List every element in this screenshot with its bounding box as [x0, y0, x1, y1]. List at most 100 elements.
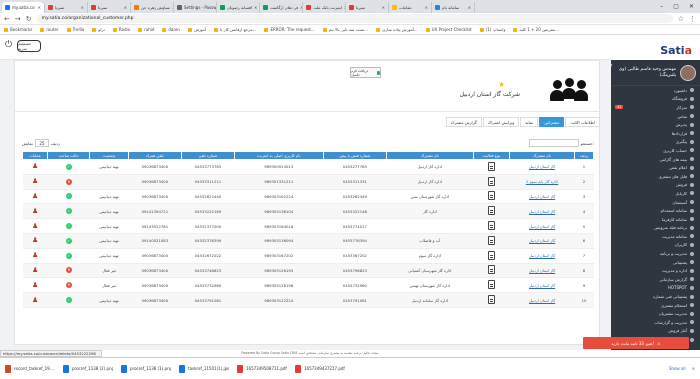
- sidebar-item[interactable]: تماس: [611, 112, 700, 121]
- bookmark-item[interactable]: (1) واتساپ: [479, 27, 505, 32]
- document-icon[interactable]: [487, 206, 495, 216]
- search-input[interactable]: [528, 139, 579, 147]
- customer-tab[interactable]: نمایه: [520, 117, 539, 127]
- document-icon[interactable]: [487, 191, 495, 201]
- document-icon[interactable]: [487, 221, 495, 231]
- sidebar-item[interactable]: پشتیبانی فنی شماره: [611, 292, 700, 301]
- tab-close-icon[interactable]: ✕: [81, 5, 84, 10]
- sidebar-item[interactable]: فروشگاه: [611, 95, 700, 104]
- minimize-icon[interactable]: –: [660, 3, 663, 10]
- sidebar-item[interactable]: آسیستان: [611, 198, 700, 207]
- delete-user-icon[interactable]: ♟: [32, 178, 38, 185]
- session-toast[interactable]: هنوز 33 ثانیه مانده دارید! ⚠: [583, 337, 689, 349]
- browser-tab[interactable]: اینترنت بانک ملت✕: [303, 2, 346, 13]
- sidebar-item[interactable]: سامانه مدیریت: [611, 232, 700, 241]
- delete-user-icon[interactable]: ♟: [32, 163, 38, 170]
- power-icon[interactable]: ⏻: [5, 40, 12, 50]
- back-icon[interactable]: ←: [4, 15, 10, 23]
- check-icon[interactable]: ✓: [65, 193, 72, 200]
- sidebar-item[interactable]: HOTSPOT: [611, 284, 700, 293]
- sidebar-item[interactable]: داشبورد: [611, 86, 700, 95]
- customer-name-link[interactable]: گاز استان اردبیل: [509, 203, 575, 220]
- close-downloads-icon[interactable]: ✕: [692, 366, 695, 371]
- show-all-link[interactable]: Show all: [669, 366, 686, 371]
- bookmark-item[interactable]: router: [40, 27, 59, 32]
- delete-user-icon[interactable]: ♟: [32, 296, 38, 304]
- bookmark-item[interactable]: ترلو: [92, 27, 105, 32]
- browser-tab[interactable]: فر دهان ارگاست✕: [260, 2, 303, 13]
- url-input[interactable]: my.satia.co/organizational_customer.php: [36, 14, 673, 23]
- browser-tab[interactable]: my.satia.co ✕: [2, 2, 45, 13]
- customer-tab[interactable]: گزارش مشترک: [445, 117, 482, 127]
- customer-name-link[interactable]: گاز استان اردبیل: [509, 159, 575, 175]
- bookmark-item[interactable]: UX Project Checklist: [425, 27, 472, 32]
- document-icon[interactable]: [487, 235, 495, 245]
- sidebar-item[interactable]: کارتابل: [611, 189, 700, 198]
- delete-user-icon[interactable]: ♟: [32, 281, 38, 289]
- customer-name-link[interactable]: گاز استان اردبیل: [509, 189, 575, 205]
- customer-tab[interactable]: اطلاعات اکانت: [565, 117, 600, 127]
- sidebar-item[interactable]: اداره و مدیریت: [611, 266, 700, 275]
- tab-close-icon[interactable]: ✕: [425, 5, 428, 10]
- sidebar-item[interactable]: فروش: [611, 181, 700, 190]
- sidebar-item[interactable]: سامانه کارفرما: [611, 215, 700, 224]
- account-button[interactable]: مستقیم سریع: [17, 40, 41, 52]
- maximize-icon[interactable]: ▢: [673, 3, 679, 10]
- bookmark-item[interactable]: Trellia: [66, 27, 84, 32]
- user-profile[interactable]: مهندس وحید قاسم طالبی (وی پلتیزینگ): [611, 60, 700, 86]
- delete-user-icon[interactable]: ♟: [32, 207, 38, 215]
- star-icon[interactable]: ☆: [678, 15, 684, 23]
- sidebar-item[interactable]: استعلام مشتری: [611, 301, 700, 310]
- close-icon[interactable]: ✕: [689, 3, 694, 10]
- bookmark-item[interactable]: آموزش: [187, 27, 206, 32]
- column-header[interactable]: نوع فعالیت: [472, 151, 511, 160]
- sidebar-item[interactable]: آمار فروش: [611, 327, 700, 336]
- length-select[interactable]: 25: [34, 139, 49, 147]
- sidebar-item[interactable]: بیمه های گارانتی: [611, 155, 700, 164]
- column-header[interactable]: نام کاربری اصلی به اینترنت: [233, 151, 324, 160]
- cross-icon[interactable]: ✕: [65, 178, 72, 185]
- column-header[interactable]: حالت صاحب: [47, 151, 91, 160]
- document-icon[interactable]: [487, 250, 495, 260]
- download-form-button[interactable]: دریافت فرم تکمیل: [350, 67, 381, 78]
- customer-name-link[interactable]: گاز استان اردبیل: [509, 263, 575, 279]
- column-header[interactable]: عملیات: [21, 151, 49, 160]
- sidebar-item[interactable]: اعلام نقص: [611, 163, 700, 172]
- sidebar-item[interactable]: مدیریت و برنامه: [611, 249, 700, 258]
- column-header[interactable]: نام مشترک: [386, 151, 474, 160]
- bookmark-item[interactable]: ERROR: The request...: [264, 27, 315, 32]
- customer-name-link[interactable]: گاز استان اردبیل: [509, 218, 575, 234]
- reload-icon[interactable]: ↻: [26, 15, 32, 23]
- download-item[interactable]: procref_1138 (2).png: [63, 362, 113, 375]
- document-icon[interactable]: [487, 295, 495, 305]
- menu-icon[interactable]: ⋮: [689, 15, 696, 23]
- document-icon[interactable]: [487, 265, 495, 275]
- bookmark-item[interactable]: daren: [162, 27, 180, 32]
- browser-tab[interactable]: مقامات ✕: [389, 2, 432, 13]
- bookmark-item[interactable]: Bookmarks: [4, 27, 32, 32]
- customer-name-link[interactable]: گاز استان اردبیل: [509, 292, 575, 308]
- column-header[interactable]: شماره قبض یا پیش: [322, 151, 388, 160]
- tab-close-icon[interactable]: ✕: [124, 5, 127, 10]
- bookmark-item[interactable]: rahid: [138, 27, 154, 32]
- customer-name-link[interactable]: گاز استان اردبیل: [509, 248, 575, 264]
- customer-tab[interactable]: ویرایش اشتراک: [482, 117, 520, 127]
- check-icon[interactable]: ✓: [65, 252, 72, 259]
- delete-user-icon[interactable]: ♟: [32, 252, 38, 259]
- browser-tab[interactable]: سیرتا ✕: [45, 2, 88, 13]
- sidebar-item[interactable]: پیگیری: [611, 138, 700, 147]
- cross-icon[interactable]: ✕: [65, 267, 72, 274]
- favorite-star-icon[interactable]: ★: [498, 80, 505, 89]
- browser-tab[interactable]: سیرتا ✕: [88, 2, 131, 13]
- bookmark-item[interactable]: مرجع ارفانس کار با...: [214, 27, 256, 32]
- browser-tab[interactable]: سیرتا ✕: [346, 2, 389, 13]
- download-item[interactable]: taskref_11501(1).jpeg: [179, 362, 229, 375]
- browser-tab[interactable]: Settings - Passw✕: [174, 2, 217, 13]
- tab-close-icon[interactable]: ✕: [38, 5, 41, 10]
- tab-close-icon[interactable]: ✕: [382, 5, 385, 10]
- customer-name-link[interactable]: گاز استان اردبیل: [509, 233, 575, 249]
- bookmark-item[interactable]: آموزش پیاده سازی...: [376, 27, 418, 32]
- bookmark-item[interactable]: مقرعین 20 + 1 کلید...: [513, 27, 559, 32]
- check-icon[interactable]: ✓: [65, 297, 72, 304]
- column-header[interactable]: ردیف: [574, 151, 594, 160]
